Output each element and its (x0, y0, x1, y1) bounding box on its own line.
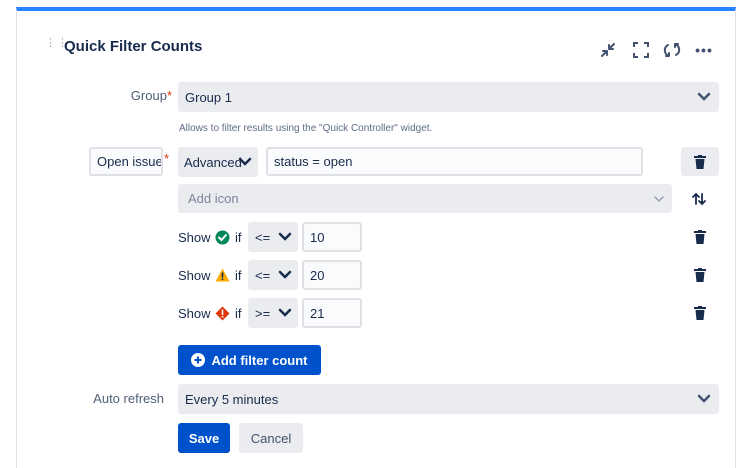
group-help-text: Allows to filter results using the "Quic… (179, 123, 433, 134)
refresh-icon[interactable] (661, 39, 683, 61)
count-row-if-text: if (235, 230, 242, 245)
count-operator-select[interactable]: <= (248, 260, 298, 290)
chevron-down-icon (278, 232, 292, 241)
fullscreen-icon[interactable] (630, 39, 652, 61)
auto-refresh-select[interactable]: Every 5 minutes (178, 384, 719, 414)
chevron-down-icon (654, 195, 664, 202)
chevron-down-icon (278, 270, 292, 279)
required-marker: * (164, 151, 170, 166)
auto-refresh-label: Auto refresh (93, 391, 164, 406)
group-select-value: Group 1 (185, 89, 232, 105)
chevron-down-icon (697, 394, 711, 403)
filter-query-input[interactable]: status = open (266, 147, 643, 176)
trash-icon (694, 154, 706, 169)
trash-icon[interactable] (694, 268, 706, 287)
count-operator-select[interactable]: <= (248, 222, 298, 252)
more-options-icon[interactable]: ••• (693, 39, 715, 61)
auto-refresh-value: Every 5 minutes (185, 391, 279, 407)
filter-type-value: Advanced (184, 154, 242, 170)
plus-circle-icon (191, 353, 206, 367)
add-filter-count-button[interactable]: Add filter count (178, 345, 321, 375)
filter-name-input[interactable]: Open issues (89, 147, 163, 176)
error-icon (215, 306, 230, 326)
count-operator-select[interactable]: >= (248, 298, 298, 328)
count-row-show-text: Show (178, 230, 211, 245)
count-operator-value: >= (255, 305, 271, 321)
widget-card: ⋮⋮ Quick Filter Counts ••• Group* Group … (16, 7, 736, 468)
trash-icon[interactable] (694, 230, 706, 249)
count-row-if-text: if (235, 306, 242, 321)
add-filter-count-label: Add filter count (211, 352, 308, 368)
count-row-show-text: Show (178, 268, 211, 283)
chevron-down-icon (238, 157, 252, 166)
sort-icon[interactable] (691, 191, 707, 212)
chevron-down-icon (278, 308, 292, 317)
check-circle-icon (215, 230, 230, 250)
group-select[interactable]: Group 1 (178, 82, 719, 112)
count-value-input[interactable]: 21 (302, 298, 362, 328)
count-operator-value: <= (255, 229, 271, 245)
count-row-if-text: if (235, 268, 242, 283)
count-row-show-text: Show (178, 306, 211, 321)
cancel-button[interactable]: Cancel (239, 423, 303, 453)
drag-handle-icon[interactable]: ⋮⋮ (45, 38, 68, 49)
count-value-input[interactable]: 20 (302, 260, 362, 290)
collapse-icon[interactable] (597, 39, 619, 61)
trash-icon[interactable] (694, 306, 706, 325)
filter-type-select[interactable]: Advanced (178, 147, 258, 177)
save-button[interactable]: Save (178, 423, 230, 453)
warning-icon (215, 268, 230, 287)
widget-title: Quick Filter Counts (64, 38, 203, 55)
delete-filter-button[interactable] (681, 147, 719, 176)
group-label: Group* (130, 88, 172, 103)
add-icon-select[interactable]: Add icon (178, 184, 672, 213)
chevron-down-icon (697, 92, 711, 101)
count-value-input[interactable]: 10 (302, 222, 362, 252)
count-operator-value: <= (255, 267, 271, 283)
add-icon-placeholder: Add icon (188, 191, 239, 206)
